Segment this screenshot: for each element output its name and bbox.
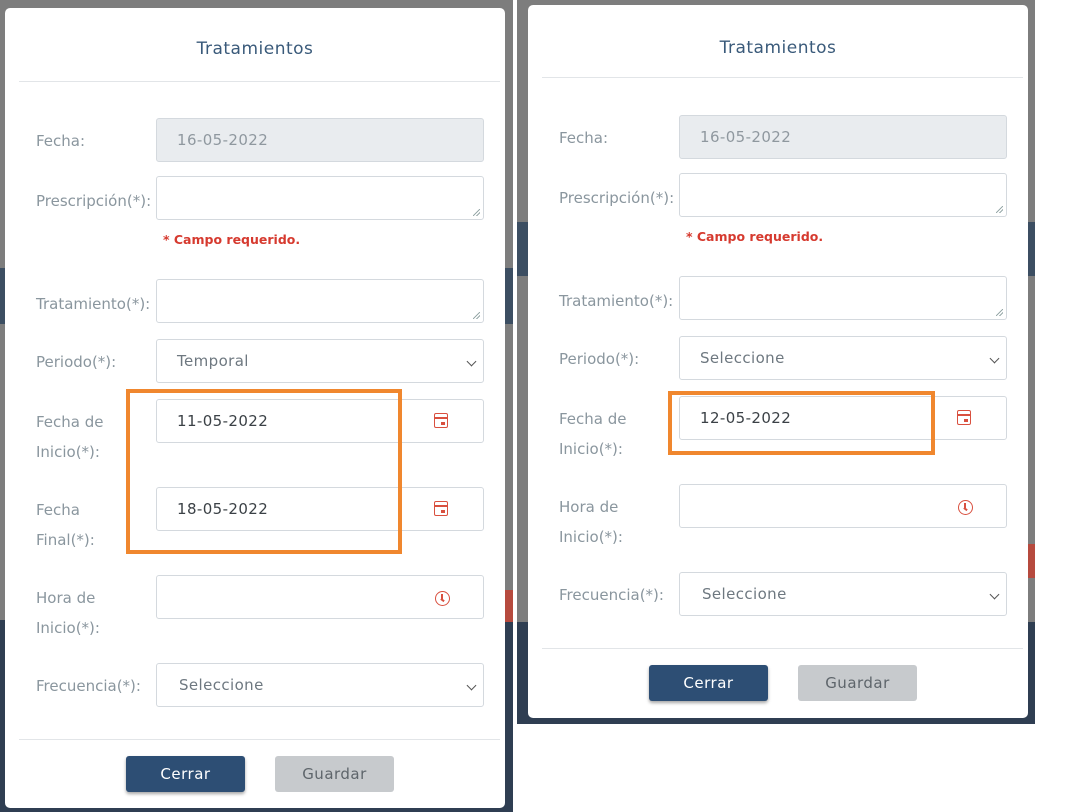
frecuencia-selected-value: Seleccione [702, 585, 787, 603]
frecuencia-selected-value: Seleccione [179, 676, 264, 694]
periodo-selected-value: Seleccione [700, 349, 785, 367]
clock-icon[interactable] [958, 500, 973, 515]
close-button[interactable]: Cerrar [126, 756, 245, 792]
tratamiento-label: Tratamiento(*): [36, 295, 151, 313]
calendar-icon[interactable] [434, 413, 448, 428]
hora-inicio-input[interactable] [679, 484, 1007, 528]
prescripcion-label: Prescripción(*): [36, 192, 152, 210]
tratamiento-textarea[interactable] [156, 279, 484, 323]
chevron-down-icon [989, 353, 1000, 364]
tratamiento-label: Tratamiento(*): [559, 292, 674, 310]
header-divider [19, 81, 500, 82]
hora-inicio-label: Hora de Inicio(*): [559, 498, 623, 546]
chevron-down-icon [466, 680, 477, 691]
prescripcion-label: Prescripción(*): [559, 189, 675, 207]
backdrop-alert-band [1027, 544, 1035, 578]
periodo-label: Periodo(*): [36, 353, 117, 371]
fecha-inicio-label: Fecha de Inicio(*): [559, 410, 627, 458]
date-range-highlight [126, 389, 402, 554]
chevron-down-icon [989, 589, 1000, 600]
periodo-label: Periodo(*): [559, 350, 640, 368]
hora-inicio-label: Hora de Inicio(*): [36, 589, 100, 637]
periodo-select[interactable]: Temporal [156, 339, 484, 383]
backdrop-alert-band [505, 590, 513, 622]
calendar-icon[interactable] [957, 410, 971, 425]
fecha-final-label: Fecha Final(*): [36, 501, 95, 549]
fecha-label: Fecha: [36, 132, 86, 150]
close-button[interactable]: Cerrar [649, 665, 768, 701]
fecha-inicio-label: Fecha de Inicio(*): [36, 413, 104, 461]
footer-divider [542, 648, 1023, 649]
treatments-modal-right: Tratamientos Fecha: 16-05-2022 Prescripc… [528, 5, 1028, 718]
calendar-icon[interactable] [434, 501, 448, 516]
prescripcion-error: * Campo requerido. [163, 232, 301, 247]
periodo-select[interactable]: Seleccione [679, 336, 1007, 380]
fecha-field: 16-05-2022 [679, 115, 1007, 159]
frecuencia-select[interactable]: Seleccione [156, 663, 484, 707]
tratamiento-textarea[interactable] [679, 276, 1007, 320]
save-button[interactable]: Guardar [798, 665, 917, 701]
frecuencia-select[interactable]: Seleccione [679, 572, 1007, 616]
start-date-highlight [668, 391, 935, 455]
prescripcion-textarea[interactable] [156, 176, 484, 220]
prescripcion-textarea[interactable] [679, 173, 1007, 217]
periodo-selected-value: Temporal [177, 352, 249, 370]
fecha-label: Fecha: [559, 129, 609, 147]
frecuencia-label: Frecuencia(*): [559, 586, 664, 604]
hora-inicio-input[interactable] [156, 575, 484, 619]
prescripcion-error: * Campo requerido. [686, 229, 824, 244]
save-button[interactable]: Guardar [275, 756, 394, 792]
footer-divider [19, 739, 500, 740]
frecuencia-label: Frecuencia(*): [36, 677, 141, 695]
modal-title: Tratamientos [719, 38, 837, 58]
fecha-field: 16-05-2022 [156, 118, 484, 162]
chevron-down-icon [466, 356, 477, 367]
header-divider [542, 77, 1023, 78]
modal-title: Tratamientos [196, 39, 314, 59]
clock-icon[interactable] [435, 591, 450, 606]
